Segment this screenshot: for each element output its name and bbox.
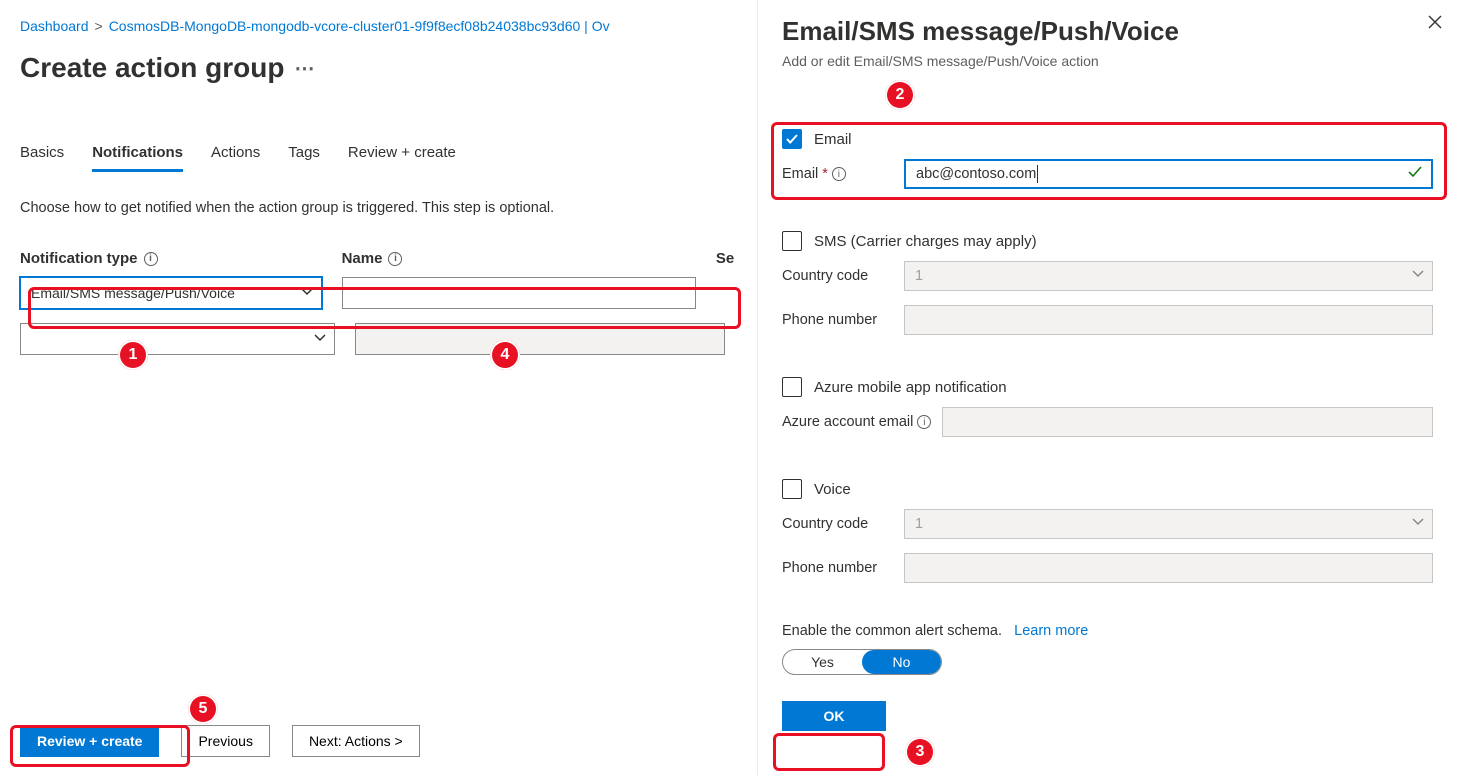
ok-button[interactable]: OK bbox=[782, 701, 886, 731]
breadcrumb-separator: > bbox=[95, 18, 103, 34]
side-panel: Email/SMS message/Push/Voice Add or edit… bbox=[757, 0, 1457, 775]
sms-checkbox-label: SMS (Carrier charges may apply) bbox=[814, 233, 1037, 250]
common-schema-line: Enable the common alert schema. Learn mo… bbox=[782, 623, 1433, 639]
previous-button[interactable]: Previous bbox=[181, 725, 269, 757]
name-input-row2 bbox=[355, 323, 725, 355]
col-header-selected: Se bbox=[716, 250, 735, 267]
main-area: Dashboard > CosmosDB-MongoDB-mongodb-vco… bbox=[0, 0, 755, 775]
name-input-row1[interactable] bbox=[342, 277, 696, 309]
tab-actions[interactable]: Actions bbox=[211, 144, 260, 172]
chevron-down-icon bbox=[301, 285, 313, 301]
voice-country-code-label: Country code bbox=[782, 516, 894, 532]
toggle-no[interactable]: No bbox=[862, 650, 941, 674]
azure-app-section: Azure mobile app notification Azure acco… bbox=[782, 377, 1433, 437]
sms-phone-label: Phone number bbox=[782, 312, 894, 328]
chevron-down-icon bbox=[314, 331, 326, 347]
voice-country-code-select: 1 bbox=[904, 509, 1433, 539]
col-header-name: Name i bbox=[342, 250, 696, 267]
required-asterisk: * bbox=[822, 166, 828, 182]
grid-header-row: Notification type i Email/SMS message/Pu… bbox=[20, 250, 735, 309]
page-title: Create action group ⋯ bbox=[20, 52, 735, 84]
email-field-label: Email * i bbox=[782, 166, 894, 182]
sms-checkbox[interactable] bbox=[782, 231, 802, 251]
voice-phone-label: Phone number bbox=[782, 560, 894, 576]
toggle-yes[interactable]: Yes bbox=[783, 650, 862, 674]
col-header-notification-type: Notification type i bbox=[20, 250, 322, 267]
notification-type-select-row2[interactable] bbox=[20, 323, 335, 355]
info-icon[interactable]: i bbox=[917, 415, 931, 429]
voice-phone-input bbox=[904, 553, 1433, 583]
page-menu-ellipsis[interactable]: ⋯ bbox=[294, 56, 314, 81]
next-button[interactable]: Next: Actions > bbox=[292, 725, 420, 757]
grid-row-2 bbox=[20, 323, 735, 355]
close-icon[interactable] bbox=[1427, 14, 1443, 33]
email-checkbox-label: Email bbox=[814, 131, 852, 148]
tab-review[interactable]: Review + create bbox=[348, 144, 456, 172]
learn-more-link[interactable]: Learn more bbox=[1014, 623, 1088, 639]
azure-email-input bbox=[942, 407, 1433, 437]
tabs: Basics Notifications Actions Tags Review… bbox=[20, 144, 735, 172]
email-section: Email Email * i abc@contoso.com bbox=[782, 129, 1433, 189]
breadcrumb: Dashboard > CosmosDB-MongoDB-mongodb-vco… bbox=[20, 18, 735, 34]
info-icon[interactable]: i bbox=[144, 252, 158, 266]
chevron-down-icon bbox=[1412, 516, 1424, 532]
breadcrumb-resource-link[interactable]: CosmosDB-MongoDB-mongodb-vcore-cluster01… bbox=[109, 18, 610, 34]
wizard-footer: Review + create Previous Next: Actions > bbox=[20, 725, 420, 757]
common-schema-toggle[interactable]: Yes No bbox=[782, 649, 942, 675]
valid-check-icon bbox=[1407, 164, 1423, 184]
breadcrumb-dashboard-link[interactable]: Dashboard bbox=[20, 18, 89, 34]
azure-email-label: Azure account email i bbox=[782, 414, 932, 430]
panel-subtitle: Add or edit Email/SMS message/Push/Voice… bbox=[782, 53, 1433, 69]
azure-app-checkbox[interactable] bbox=[782, 377, 802, 397]
tab-basics[interactable]: Basics bbox=[20, 144, 64, 172]
chevron-down-icon bbox=[1412, 268, 1424, 284]
panel-title: Email/SMS message/Push/Voice bbox=[782, 16, 1433, 47]
sms-phone-input bbox=[904, 305, 1433, 335]
voice-checkbox[interactable] bbox=[782, 479, 802, 499]
text-cursor bbox=[1037, 165, 1038, 183]
sms-country-code-label: Country code bbox=[782, 268, 894, 284]
info-icon[interactable]: i bbox=[388, 252, 402, 266]
email-input[interactable]: abc@contoso.com bbox=[904, 159, 1433, 189]
voice-section: Voice Country code 1 Phone number bbox=[782, 479, 1433, 583]
sms-section: SMS (Carrier charges may apply) Country … bbox=[782, 231, 1433, 335]
review-create-button[interactable]: Review + create bbox=[20, 725, 159, 757]
info-icon[interactable]: i bbox=[832, 167, 846, 181]
azure-app-checkbox-label: Azure mobile app notification bbox=[814, 379, 1007, 396]
tab-tags[interactable]: Tags bbox=[288, 144, 320, 172]
tab-description: Choose how to get notified when the acti… bbox=[20, 200, 735, 216]
sms-country-code-select: 1 bbox=[904, 261, 1433, 291]
voice-checkbox-label: Voice bbox=[814, 481, 851, 498]
notification-type-select-row1[interactable]: Email/SMS message/Push/Voice bbox=[20, 277, 322, 309]
email-checkbox[interactable] bbox=[782, 129, 802, 149]
tab-notifications[interactable]: Notifications bbox=[92, 144, 183, 172]
